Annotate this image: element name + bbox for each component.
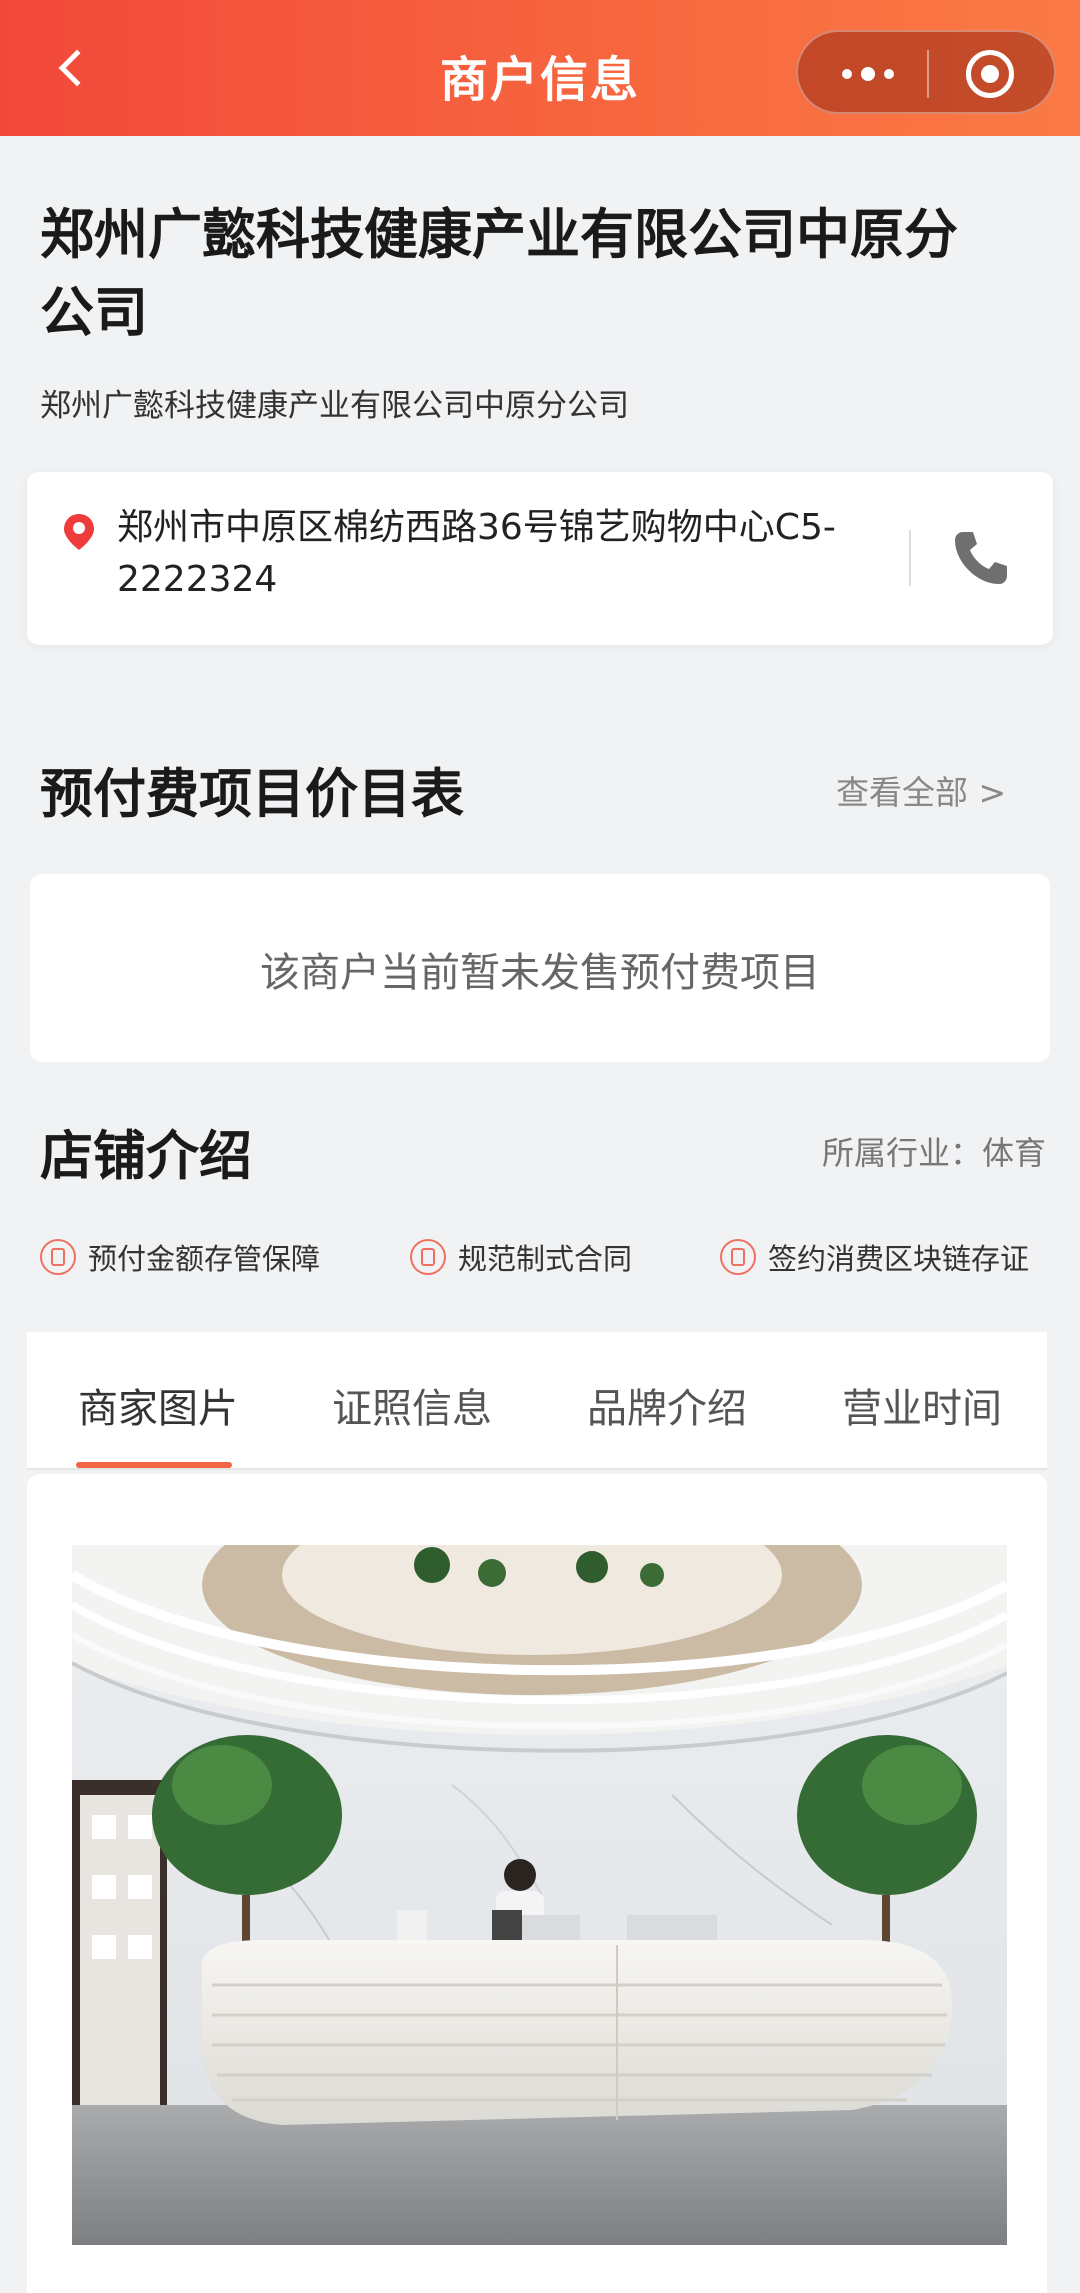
top-nav-bar: 商户信息 (0, 0, 1080, 136)
tab-brand-intro[interactable]: 品牌介绍 (587, 1376, 747, 1434)
more-dots-icon (861, 67, 875, 81)
empty-state-text: 该商户当前暂未发售预付费项目 (260, 950, 820, 996)
view-all-link[interactable]: 查看全部 > (836, 766, 1006, 814)
location-pin-icon (64, 514, 94, 550)
sign-document-icon (720, 1239, 756, 1275)
badge-standard-contract: 规范制式合同 (410, 1236, 632, 1278)
badge-label: 规范制式合同 (458, 1242, 633, 1276)
guarantee-badges: 预付金额存管保障 规范制式合同 签约消费区块链存证 (40, 1236, 1050, 1286)
photo-card (27, 1474, 1047, 2293)
capsule-divider (927, 50, 929, 98)
merchant-name: 郑州广懿科技健康产业有限公司中原分公司 (40, 203, 958, 344)
industry-label: 所属行业：体育 (822, 1134, 1047, 1172)
badge-prepaid-custody: 预付金额存管保障 (40, 1236, 320, 1278)
tab-business-hours[interactable]: 营业时间 (842, 1376, 1002, 1434)
info-tabs: 商家图片 证照信息 品牌介绍 营业时间 (27, 1332, 1047, 1470)
mini-program-capsule (796, 30, 1056, 114)
more-button[interactable] (828, 54, 908, 94)
store-section-title: 店铺介绍 (40, 1126, 252, 1187)
badge-blockchain-evidence: 签约消费区块链存证 (720, 1236, 1029, 1278)
active-tab-indicator (76, 1462, 232, 1468)
phone-icon[interactable] (949, 526, 1013, 590)
shield-check-icon (40, 1239, 76, 1275)
close-miniprogram-button[interactable] (966, 50, 1014, 98)
merchant-address[interactable]: 郑州市中原区棉纺西路36号锦艺购物中心C5-2222324 (117, 502, 877, 606)
more-dots-icon (884, 69, 894, 79)
document-icon (410, 1239, 446, 1275)
more-dots-icon (842, 69, 852, 79)
merchant-photo[interactable] (72, 1545, 1007, 2245)
badge-label: 签约消费区块链存证 (768, 1242, 1030, 1276)
target-icon (981, 65, 999, 83)
badge-label: 预付金额存管保障 (88, 1242, 321, 1276)
merchant-subtitle: 郑州广懿科技健康产业有限公司中原分公司 (40, 388, 629, 424)
address-card: 郑州市中原区棉纺西路36号锦艺购物中心C5-2222324 (27, 472, 1053, 645)
prepaid-empty-card: 该商户当前暂未发售预付费项目 (30, 874, 1050, 1062)
tab-merchant-photos[interactable]: 商家图片 (78, 1376, 238, 1434)
reception-photo-illustration (72, 1545, 1007, 2245)
address-divider (909, 530, 911, 586)
tab-licenses[interactable]: 证照信息 (332, 1376, 492, 1434)
prepaid-section-title: 预付费项目价目表 (40, 764, 464, 825)
